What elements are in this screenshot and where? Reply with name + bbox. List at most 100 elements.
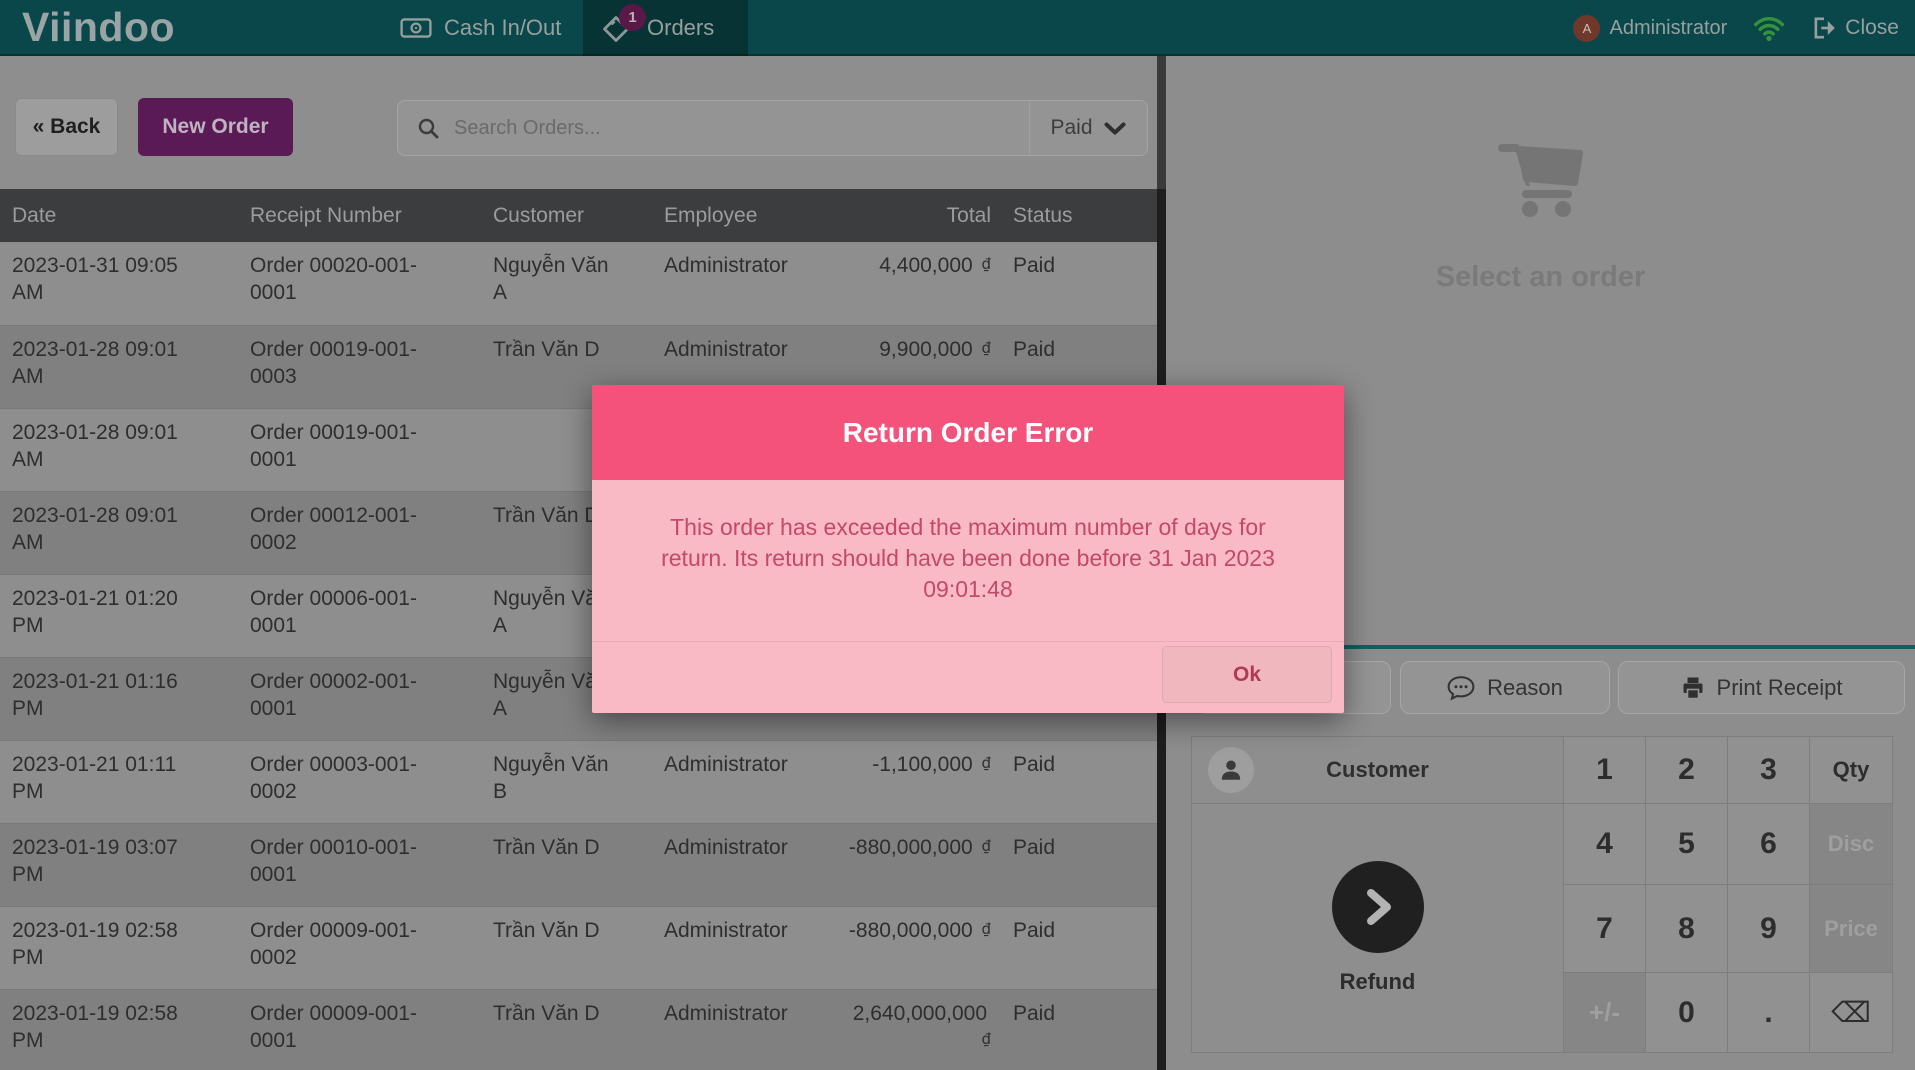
dialog-message: This order has exceeded the maximum numb… xyxy=(592,480,1344,641)
order-employee: Administrator xyxy=(664,990,839,1070)
printer-icon xyxy=(1681,676,1705,700)
numpad-key-3[interactable]: 3 xyxy=(1728,737,1809,803)
customer-label: Customer xyxy=(1326,757,1429,783)
orders-table-header: Date Receipt Number Customer Employee To… xyxy=(0,189,1157,242)
person-icon xyxy=(1208,747,1254,793)
order-date: 2023-01-21 01:20 PM xyxy=(12,575,250,657)
order-total: -1,100,000 ₫ xyxy=(839,741,991,823)
order-receipt-number: Order 00010-001-0001 xyxy=(250,824,493,906)
search-icon xyxy=(416,116,440,140)
order-date: 2023-01-19 03:07 PM xyxy=(12,824,250,906)
order-receipt-number: Order 00006-001-0001 xyxy=(250,575,493,657)
table-row[interactable]: 2023-01-19 02:58 PM Order 00009-001-0002… xyxy=(0,906,1157,989)
header-status: Status xyxy=(991,202,1157,229)
user-menu[interactable]: A Administrator xyxy=(1573,15,1727,42)
order-date: 2023-01-28 09:01 AM xyxy=(12,326,250,408)
numpad-key-dot[interactable]: . xyxy=(1728,973,1809,1052)
order-date: 2023-01-19 02:58 PM xyxy=(12,907,250,989)
numpad-key-5[interactable]: 5 xyxy=(1646,804,1727,884)
return-order-error-dialog: Return Order Error This order has exceed… xyxy=(592,385,1344,713)
search-input[interactable] xyxy=(440,101,1029,155)
order-date: 2023-01-21 01:11 PM xyxy=(12,741,250,823)
speech-bubble-icon xyxy=(1447,675,1475,701)
user-name: Administrator xyxy=(1609,17,1727,40)
order-receipt-number: Order 00020-001-0001 xyxy=(250,242,493,325)
order-receipt-number: Order 00019-001-0001 xyxy=(250,409,493,491)
order-customer: Nguyễn Văn B xyxy=(493,741,664,823)
orders-toolbar: « Back New Order Paid xyxy=(0,56,1157,189)
table-row[interactable]: 2023-01-19 02:58 PM Order 00009-001-0001… xyxy=(0,989,1157,1070)
ok-button[interactable]: Ok xyxy=(1162,646,1332,703)
order-status: Paid xyxy=(991,741,1157,823)
dialog-title: Return Order Error xyxy=(592,385,1344,480)
viindoo-logo: Viindoo xyxy=(22,4,175,51)
currency-symbol: ₫ xyxy=(977,837,991,855)
numpad-key-backspace[interactable]: ⌫ xyxy=(1810,973,1892,1052)
header-employee: Employee xyxy=(664,202,839,229)
order-receipt-number: Order 00009-001-0002 xyxy=(250,907,493,989)
sign-out-icon xyxy=(1811,16,1837,40)
numpad-key-1[interactable]: 1 xyxy=(1564,737,1645,803)
search-bar: Paid xyxy=(397,100,1148,156)
reason-button[interactable]: Reason xyxy=(1400,661,1610,714)
currency-symbol: ₫ xyxy=(977,920,991,938)
table-row[interactable]: 2023-01-19 03:07 PM Order 00010-001-0001… xyxy=(0,823,1157,906)
order-employee: Administrator xyxy=(664,824,839,906)
numpad-key-6[interactable]: 6 xyxy=(1728,804,1809,884)
close-session-button[interactable]: Close xyxy=(1811,16,1899,40)
refund-button[interactable]: Refund xyxy=(1192,804,1563,1052)
chevron-right-icon xyxy=(1332,861,1424,953)
currency-symbol: ₫ xyxy=(977,339,991,357)
numpad-key-4[interactable]: 4 xyxy=(1564,804,1645,884)
numpad-key-2[interactable]: 2 xyxy=(1646,737,1727,803)
table-row[interactable]: 2023-01-21 01:11 PM Order 00003-001-0002… xyxy=(0,740,1157,823)
order-date: 2023-01-28 09:01 AM xyxy=(12,492,250,574)
order-employee: Administrator xyxy=(664,242,839,325)
customer-button[interactable]: Customer xyxy=(1192,737,1563,803)
order-customer: Trần Văn D xyxy=(493,824,664,906)
close-label: Close xyxy=(1845,16,1899,40)
cart-icon xyxy=(1494,136,1588,227)
tab-orders[interactable]: 1 Orders xyxy=(583,0,748,56)
numpad-key-0[interactable]: 0 xyxy=(1646,973,1727,1052)
numpad-key-price: Price xyxy=(1810,885,1892,972)
orders-count-badge: 1 xyxy=(619,4,646,31)
order-total: 2,640,000,000 ₫ xyxy=(839,990,991,1070)
back-button[interactable]: « Back xyxy=(15,98,118,156)
reason-label: Reason xyxy=(1487,675,1563,701)
header-receipt: Receipt Number xyxy=(250,202,493,229)
status-filter-value: Paid xyxy=(1050,116,1092,140)
banknote-icon xyxy=(400,16,432,40)
numpad-key-7[interactable]: 7 xyxy=(1564,885,1645,972)
status-filter-dropdown[interactable]: Paid xyxy=(1029,101,1147,155)
nav-cash-in-out[interactable]: Cash In/Out xyxy=(400,0,561,56)
order-date: 2023-01-28 09:01 AM xyxy=(12,409,250,491)
header-total: Total xyxy=(839,202,991,229)
order-date: 2023-01-21 01:16 PM xyxy=(12,658,250,740)
order-customer: Nguyễn Văn A xyxy=(493,242,664,325)
numpad-key-8[interactable]: 8 xyxy=(1646,885,1727,972)
header-date: Date xyxy=(12,202,250,229)
order-employee: Administrator xyxy=(664,907,839,989)
order-status: Paid xyxy=(991,990,1157,1070)
order-date: 2023-01-31 09:05 AM xyxy=(12,242,250,325)
new-order-button[interactable]: New Order xyxy=(138,98,293,156)
print-receipt-label: Print Receipt xyxy=(1717,675,1843,701)
table-row[interactable]: 2023-01-31 09:05 AM Order 00020-001-0001… xyxy=(0,242,1157,325)
currency-symbol: ₫ xyxy=(977,255,991,273)
numpad-key-qty[interactable]: Qty xyxy=(1810,737,1892,803)
refund-label: Refund xyxy=(1340,969,1416,995)
header-customer: Customer xyxy=(493,202,664,229)
order-total: 4,400,000 ₫ xyxy=(839,242,991,325)
numpad-key-9[interactable]: 9 xyxy=(1728,885,1809,972)
avatar: A xyxy=(1573,15,1600,42)
order-status: Paid xyxy=(991,824,1157,906)
order-receipt-number: Order 00019-001-0003 xyxy=(250,326,493,408)
wifi-status-icon[interactable] xyxy=(1753,15,1785,42)
numpad-key-disc: Disc xyxy=(1810,804,1892,884)
order-status: Paid xyxy=(991,907,1157,989)
order-date: 2023-01-19 02:58 PM xyxy=(12,990,250,1070)
print-receipt-button[interactable]: Print Receipt xyxy=(1618,661,1905,714)
order-receipt-number: Order 00002-001-0001 xyxy=(250,658,493,740)
tab-orders-label: Orders xyxy=(647,15,714,41)
